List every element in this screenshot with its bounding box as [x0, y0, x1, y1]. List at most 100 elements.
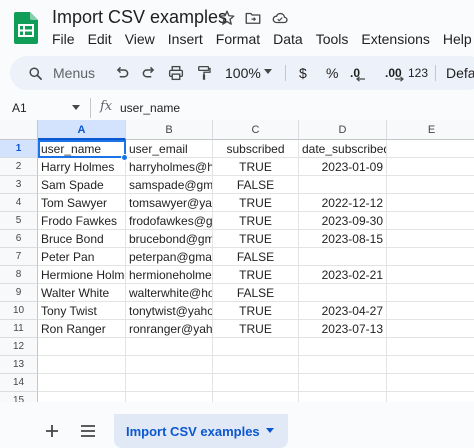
row-header-13[interactable]: 13: [0, 356, 38, 374]
cell-a11[interactable]: Ron Ranger: [38, 320, 126, 338]
cell-a13[interactable]: [38, 356, 126, 374]
cell-b11[interactable]: ronranger@yaho: [126, 320, 213, 338]
cell-a2[interactable]: Harry Holmes: [38, 158, 126, 176]
column-header-b[interactable]: B: [126, 120, 213, 140]
cell-e9[interactable]: [387, 284, 474, 302]
menu-format[interactable]: Format: [216, 31, 260, 49]
redo-icon[interactable]: [140, 64, 158, 82]
cell-b7[interactable]: peterpan@gmail: [126, 248, 213, 266]
menu-insert[interactable]: Insert: [168, 31, 203, 49]
cell-b13[interactable]: [126, 356, 213, 374]
row-header-14[interactable]: 14: [0, 374, 38, 392]
cell-b14[interactable]: [126, 374, 213, 392]
cell-a1[interactable]: user_name: [38, 140, 126, 158]
cell-c9[interactable]: FALSE: [213, 284, 299, 302]
cell-e1[interactable]: [387, 140, 474, 158]
chevron-down-icon[interactable]: [72, 105, 80, 110]
cell-a4[interactable]: Tom Sawyer: [38, 194, 126, 212]
row-header-8[interactable]: 8: [0, 266, 38, 284]
cell-c4[interactable]: TRUE: [213, 194, 299, 212]
cell-b4[interactable]: tomsawyer@yah: [126, 194, 213, 212]
cell-d12[interactable]: [299, 338, 387, 356]
menu-view[interactable]: View: [125, 31, 155, 49]
star-icon[interactable]: [218, 9, 236, 27]
cell-e2[interactable]: [387, 158, 474, 176]
cell-d10[interactable]: 2023-04-27: [299, 302, 387, 320]
cell-c1[interactable]: subscribed: [213, 140, 299, 158]
horizontal-scrollbar[interactable]: [38, 400, 474, 404]
cell-d6[interactable]: 2023-08-15: [299, 230, 387, 248]
cell-b6[interactable]: brucebond@gma: [126, 230, 213, 248]
all-sheets-icon[interactable]: [80, 424, 96, 438]
chevron-down-icon[interactable]: [266, 428, 274, 433]
font-select[interactable]: Defa: [446, 65, 474, 81]
row-header-4[interactable]: 4: [0, 194, 38, 212]
cell-e5[interactable]: [387, 212, 474, 230]
menu-extensions[interactable]: Extensions: [361, 31, 429, 49]
cell-d11[interactable]: 2023-07-13: [299, 320, 387, 338]
cell-c12[interactable]: [213, 338, 299, 356]
number-format-button[interactable]: 123: [408, 66, 428, 80]
menu-file[interactable]: File: [52, 31, 75, 49]
cloud-status-icon[interactable]: [271, 9, 289, 27]
fill-handle[interactable]: [121, 154, 128, 161]
cell-a14[interactable]: [38, 374, 126, 392]
column-header-d[interactable]: D: [299, 120, 387, 140]
cell-c6[interactable]: TRUE: [213, 230, 299, 248]
document-title[interactable]: Import CSV examples: [52, 7, 227, 28]
row-header-3[interactable]: 3: [0, 176, 38, 194]
cell-b1[interactable]: user_email: [126, 140, 213, 158]
row-header-5[interactable]: 5: [0, 212, 38, 230]
cell-d7[interactable]: [299, 248, 387, 266]
cell-c5[interactable]: TRUE: [213, 212, 299, 230]
cell-e14[interactable]: [387, 374, 474, 392]
cell-c11[interactable]: TRUE: [213, 320, 299, 338]
zoom-select[interactable]: 100%: [225, 65, 261, 81]
row-header-12[interactable]: 12: [0, 338, 38, 356]
undo-icon[interactable]: [113, 64, 131, 82]
formula-input[interactable]: user_name: [120, 101, 180, 115]
sheets-logo-icon[interactable]: [14, 12, 38, 44]
currency-format-button[interactable]: $: [299, 65, 307, 81]
cell-d1[interactable]: date_subscribed: [299, 140, 387, 158]
cell-a10[interactable]: Tony Twist: [38, 302, 126, 320]
cell-c7[interactable]: FALSE: [213, 248, 299, 266]
row-header-11[interactable]: 11: [0, 320, 38, 338]
cell-e4[interactable]: [387, 194, 474, 212]
cell-c8[interactable]: TRUE: [213, 266, 299, 284]
column-header-a[interactable]: A: [38, 120, 126, 140]
cell-b8[interactable]: hermioneholmes: [126, 266, 213, 284]
cell-e3[interactable]: [387, 176, 474, 194]
move-to-folder-icon[interactable]: [244, 9, 262, 27]
menu-data[interactable]: Data: [273, 31, 303, 49]
cell-e13[interactable]: [387, 356, 474, 374]
cell-a12[interactable]: [38, 338, 126, 356]
name-box[interactable]: A1: [12, 101, 27, 115]
row-header-1[interactable]: 1: [0, 140, 38, 158]
row-header-2[interactable]: 2: [0, 158, 38, 176]
cell-c14[interactable]: [213, 374, 299, 392]
cell-d3[interactable]: [299, 176, 387, 194]
cell-d2[interactable]: 2023-01-09: [299, 158, 387, 176]
column-header-e[interactable]: E: [387, 120, 474, 140]
cell-b12[interactable]: [126, 338, 213, 356]
column-header-c[interactable]: C: [213, 120, 299, 140]
cell-d9[interactable]: [299, 284, 387, 302]
cell-e12[interactable]: [387, 338, 474, 356]
print-icon[interactable]: [167, 64, 185, 82]
cell-c3[interactable]: FALSE: [213, 176, 299, 194]
menu-tools[interactable]: Tools: [316, 31, 349, 49]
cell-d13[interactable]: [299, 356, 387, 374]
cell-b5[interactable]: frodofawkes@gm: [126, 212, 213, 230]
menu-help[interactable]: Help: [443, 31, 472, 49]
cell-a6[interactable]: Bruce Bond: [38, 230, 126, 248]
sheet-tab-import-csv-examples[interactable]: Import CSV examples: [114, 414, 288, 448]
cell-d14[interactable]: [299, 374, 387, 392]
cell-b10[interactable]: tonytwist@yaho: [126, 302, 213, 320]
cell-e6[interactable]: [387, 230, 474, 248]
spreadsheet-grid[interactable]: A B C D E 1 user_name user_email subscribed date_…: [0, 120, 474, 402]
cell-d5[interactable]: 2023-09-30: [299, 212, 387, 230]
row-header-9[interactable]: 9: [0, 284, 38, 302]
row-header-6[interactable]: 6: [0, 230, 38, 248]
cell-c13[interactable]: [213, 356, 299, 374]
